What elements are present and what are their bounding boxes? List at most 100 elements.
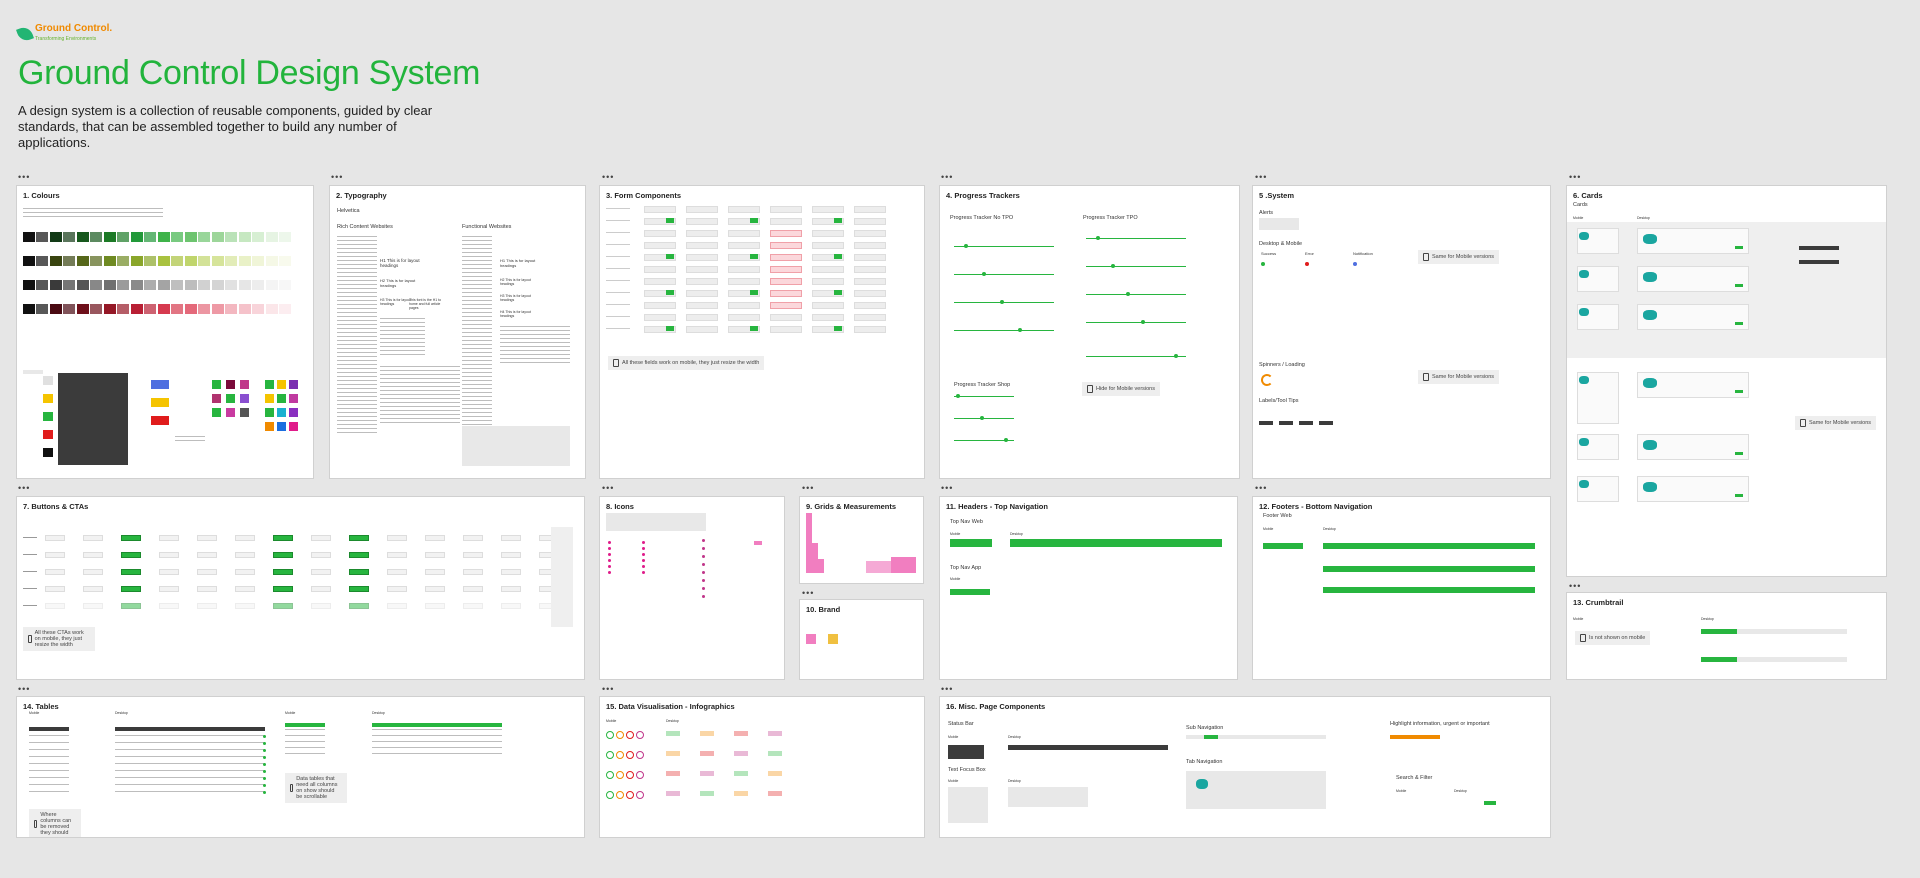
icon-glyph	[754, 541, 762, 545]
colour-swatch	[277, 380, 286, 389]
colour-swatch	[212, 280, 224, 290]
cta-button	[83, 586, 103, 592]
infographic-stat	[666, 771, 680, 776]
colour-swatch	[104, 280, 116, 290]
panel-menu-dots[interactable]: •••	[1255, 483, 1267, 493]
infographic-icon	[626, 771, 634, 779]
panel-menu-dots[interactable]: •••	[802, 588, 814, 598]
form-field	[812, 230, 844, 237]
desktop-nav-bar	[1010, 539, 1222, 547]
crumb-active[interactable]	[1701, 629, 1737, 634]
colour-swatch	[225, 256, 237, 266]
colour-swatch	[279, 280, 291, 290]
colour-swatch	[77, 232, 89, 242]
cta-button	[235, 552, 255, 558]
form-field	[686, 314, 718, 321]
colour-swatch	[50, 304, 62, 314]
card-image	[1643, 310, 1657, 320]
panel-menu-dots[interactable]: •••	[602, 684, 614, 694]
phone-icon	[28, 635, 32, 643]
form-field	[644, 302, 676, 309]
cta-button	[311, 586, 331, 592]
infographic-icon	[606, 751, 614, 759]
card-image	[1643, 378, 1657, 388]
infographic-stat	[666, 731, 680, 736]
colour-swatch	[185, 232, 197, 242]
panel-title: 1. Colours	[23, 191, 60, 200]
colour-swatch	[185, 256, 197, 266]
colour-swatch	[240, 394, 249, 403]
form-field	[770, 230, 802, 237]
panel-menu-dots[interactable]: •••	[1569, 172, 1581, 182]
panel-title: 15. Data Visualisation - Infographics	[606, 702, 735, 711]
panel-menu-dots[interactable]: •••	[602, 172, 614, 182]
cta-button	[121, 586, 141, 592]
cta-button	[197, 586, 217, 592]
cta-button	[197, 535, 217, 541]
progress-step	[1004, 438, 1008, 442]
colour-swatch	[117, 256, 129, 266]
colour-swatch	[63, 280, 75, 290]
panel-title: 12. Footers - Bottom Navigation	[1259, 502, 1373, 511]
panel-menu-dots[interactable]: •••	[1255, 172, 1267, 182]
panel-title: 7. Buttons & CTAs	[23, 502, 89, 511]
colour-swatch	[50, 256, 62, 266]
success-icon	[1261, 262, 1265, 266]
cta-button	[425, 603, 445, 609]
colour-swatch	[104, 232, 116, 242]
colour-swatch	[265, 422, 274, 431]
colour-swatch	[252, 232, 264, 242]
icon-glyph	[702, 539, 705, 542]
progress-step	[956, 394, 960, 398]
cta-button	[159, 535, 179, 541]
panel-menu-dots[interactable]: •••	[331, 172, 343, 182]
icon-glyph	[702, 563, 705, 566]
panel-menu-dots[interactable]: •••	[602, 483, 614, 493]
infographic-icon	[636, 751, 644, 759]
colour-swatch	[239, 304, 251, 314]
colour-swatch	[239, 256, 251, 266]
infographic-icon	[626, 791, 634, 799]
cta-button	[159, 569, 179, 575]
colour-swatch	[144, 304, 156, 314]
panel-menu-dots[interactable]: •••	[802, 483, 814, 493]
form-field	[770, 290, 802, 297]
form-field	[686, 266, 718, 273]
cta-button	[501, 535, 521, 541]
panel-menu-dots[interactable]: •••	[941, 684, 953, 694]
panel-icons: 8. Icons	[599, 496, 785, 680]
icon-glyph	[642, 571, 645, 574]
cta-button	[387, 535, 407, 541]
phone-icon	[1087, 385, 1093, 393]
form-button	[666, 326, 674, 331]
colour-swatch	[212, 394, 221, 403]
form-field	[812, 302, 844, 309]
form-field	[728, 242, 760, 249]
cta-button	[45, 603, 65, 609]
colour-swatch	[225, 304, 237, 314]
colour-swatch	[239, 280, 251, 290]
phone-icon	[1800, 419, 1806, 427]
panel-menu-dots[interactable]: •••	[18, 684, 30, 694]
progress-step	[980, 416, 984, 420]
cta-button	[463, 586, 483, 592]
panel-menu-dots[interactable]: •••	[1569, 581, 1581, 591]
colour-swatch	[225, 232, 237, 242]
progress-mobile-note: Hide for Mobile versions	[1082, 382, 1160, 396]
panel-menu-dots[interactable]: •••	[941, 483, 953, 493]
colour-swatch	[131, 232, 143, 242]
panel-system: 5 .System Alerts Desktop & Mobile Succes…	[1252, 185, 1551, 479]
panel-menu-dots[interactable]: •••	[18, 172, 30, 182]
card-button	[1735, 246, 1743, 249]
cta-button	[425, 586, 445, 592]
panel-tables: 14. Tables Mobile Desktop Mobile Desktop…	[16, 696, 585, 838]
form-field	[770, 266, 802, 273]
form-button	[666, 290, 674, 295]
colour-swatch	[279, 256, 291, 266]
page-title: Ground Control Design System	[18, 54, 481, 92]
panel-menu-dots[interactable]: •••	[941, 172, 953, 182]
panel-menu-dots[interactable]: •••	[18, 483, 30, 493]
functional-label: Functional Websites	[462, 224, 512, 230]
crumb-active[interactable]	[1701, 657, 1737, 662]
icon-glyph	[608, 571, 611, 574]
